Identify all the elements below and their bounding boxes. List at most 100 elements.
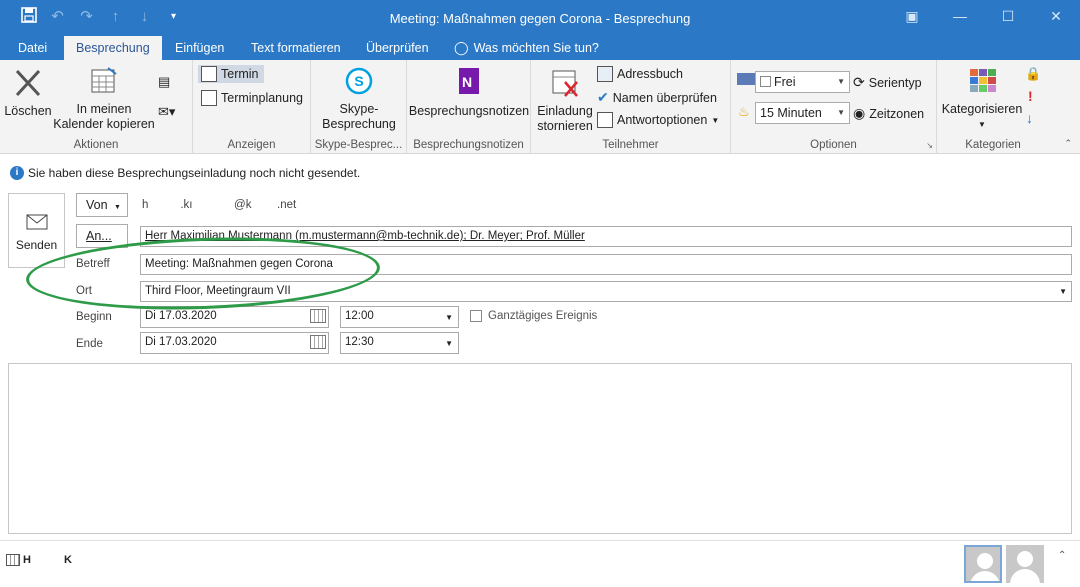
from-button[interactable]: Von ▼ — [76, 193, 128, 217]
show-as-icon — [737, 73, 755, 85]
ribbon-display-icon[interactable]: ▣ — [888, 0, 936, 32]
termin-button[interactable]: Termin — [198, 65, 264, 83]
send-envelope-icon — [26, 214, 47, 230]
group-label-teilnehmer: Teilnehmer — [602, 139, 659, 151]
categorize-icon — [970, 69, 996, 92]
cancel-invitation-button[interactable]: Einladung stornieren — [534, 68, 596, 134]
calendar-copy-icon — [91, 67, 117, 93]
calendar-icon[interactable] — [310, 335, 326, 349]
calendar-icon[interactable] — [310, 309, 326, 323]
all-day-label: Ganztägiges Ereignis — [488, 310, 598, 322]
chevron-down-icon: ▼ — [837, 108, 845, 117]
copy-label-1: In meinen — [76, 102, 132, 116]
send-label: Senden — [15, 238, 58, 252]
chevron-down-icon[interactable]: ▼ — [1059, 282, 1067, 301]
appointment-icon — [201, 66, 217, 82]
subject-label: Betreff — [76, 258, 110, 270]
copy-to-calendar-button[interactable]: In meinen Kalender kopieren — [52, 66, 156, 132]
globe-icon: ◉ — [853, 105, 866, 121]
time-zones-button[interactable]: ◉ Zeitzonen — [853, 105, 924, 122]
delete-button[interactable]: Löschen — [4, 68, 52, 119]
to-field[interactable]: Herr Maximilian Mustermann (m.mustermann… — [140, 226, 1072, 247]
end-date-value: Di 17.03.2020 — [145, 336, 217, 348]
chevron-down-icon[interactable]: ▼ — [445, 334, 453, 353]
info-bar: i Sie haben diese Besprechungseinladung … — [10, 166, 360, 180]
end-label: Ende — [76, 338, 103, 350]
adressbuch-button[interactable]: Adressbuch — [597, 66, 683, 82]
start-date-field[interactable]: Di 17.03.2020 — [140, 306, 329, 328]
show-as-dropdown[interactable]: Frei ▼ — [755, 71, 850, 93]
group-anzeigen: Termin Terminplanung Anzeigen — [193, 60, 311, 154]
maximize-icon[interactable]: ☐ — [984, 0, 1032, 32]
cancel-calendar-icon — [552, 70, 578, 97]
start-date-value: Di 17.03.2020 — [145, 310, 217, 322]
delete-x-icon — [15, 69, 41, 97]
high-importance-icon[interactable]: ! — [1028, 88, 1033, 104]
start-time-field[interactable]: 12:00 ▼ — [340, 306, 459, 328]
tab-text-formatieren[interactable]: Text formatieren — [239, 36, 353, 60]
private-lock-icon[interactable]: 🔒 — [1025, 66, 1041, 82]
cancel-label-2: stornieren — [537, 119, 593, 133]
skype-meeting-button[interactable]: S Skype- Besprechung — [311, 66, 407, 132]
response-options-button[interactable]: Antwortoptionen ▼ — [597, 112, 719, 128]
minimize-icon[interactable]: — — [936, 0, 984, 32]
lightbulb-icon: ◯ — [454, 40, 469, 55]
skype-label-1: Skype- — [339, 102, 379, 116]
subject-field[interactable]: Meeting: Maßnahmen gegen Corona — [140, 254, 1072, 275]
group-label-notizen: Besprechungsnotizen — [413, 139, 524, 151]
recurrence-icon: ⟳ — [853, 74, 865, 90]
tab-ueberpruefen[interactable]: Überprüfen — [354, 36, 441, 60]
reminder-value: 15 Minuten — [760, 106, 822, 120]
onenote-icon: N — [459, 68, 479, 94]
to-button[interactable]: An... — [76, 224, 128, 248]
tab-besprechung[interactable]: Besprechung — [64, 36, 162, 61]
meeting-notes-label: Besprechungsnotizen — [408, 104, 530, 118]
reminder-dropdown[interactable]: 15 Minuten ▼ — [755, 102, 850, 124]
check-names-icon: ✔ — [597, 89, 609, 105]
dialog-launcher-icon[interactable]: ↘ — [926, 141, 933, 150]
low-importance-icon[interactable]: ↓ — [1026, 110, 1033, 126]
collapse-people-pane-icon[interactable]: ⌃ — [1058, 550, 1066, 561]
tab-einfuegen[interactable]: Einfügen — [163, 36, 236, 60]
group-skype: S Skype- Besprechung Skype-Bespreс... — [311, 60, 407, 154]
group-teilnehmer: Einladung stornieren Adressbuch ✔ Namen … — [531, 60, 731, 154]
location-field[interactable]: Third Floor, Meetingraum VII ▼ — [140, 281, 1072, 302]
tell-me-box[interactable]: ◯ Was möchten Sie tun? — [442, 36, 611, 60]
all-day-checkbox-row[interactable]: Ganztägiges Ereignis — [470, 310, 597, 322]
categorize-button[interactable]: Kategorisieren ▼ — [939, 66, 1025, 132]
chevron-down-icon: ▼ — [978, 120, 986, 129]
response-options-icon — [597, 112, 613, 128]
to-label: An... — [86, 229, 112, 243]
check-names-button[interactable]: ✔ Namen überprüfen — [597, 89, 717, 106]
end-date-field[interactable]: Di 17.03.2020 — [140, 332, 329, 354]
start-time-value: 12:00 — [345, 310, 374, 322]
status-item-1[interactable]: H — [6, 554, 31, 566]
collapse-ribbon-icon[interactable]: ⌃ — [1064, 138, 1072, 149]
info-icon: i — [10, 166, 24, 180]
send-button[interactable]: Senden — [8, 193, 65, 268]
status-item-2[interactable]: K — [64, 554, 72, 566]
view-icon[interactable]: ▤ — [158, 74, 170, 90]
forward-icon[interactable]: ✉▾ — [158, 104, 175, 120]
meeting-notes-button[interactable]: N Besprechungsnotizen — [407, 66, 531, 119]
status-item-1-label: H — [23, 554, 31, 566]
all-day-checkbox[interactable] — [470, 310, 482, 322]
chevron-down-icon: ▼ — [114, 204, 121, 211]
terminplanung-button[interactable]: Terminplanung — [201, 90, 303, 106]
recurrence-button[interactable]: ⟳ Serientyp — [853, 74, 922, 91]
group-kategorien: Kategorisieren ▼ 🔒 ! ↓ Kategorien — [937, 60, 1049, 154]
tab-datei[interactable]: Datei — [6, 36, 59, 60]
group-besprechungsnotizen: N Besprechungsnotizen Besprechungsnotize… — [407, 60, 531, 154]
end-time-field[interactable]: 12:30 ▼ — [340, 332, 459, 354]
delete-label: Löschen — [4, 104, 52, 118]
avatar[interactable] — [1006, 545, 1044, 583]
close-icon[interactable]: ✕ — [1032, 0, 1080, 32]
address-book-icon — [597, 66, 613, 82]
group-label-anzeigen: Anzeigen — [227, 139, 276, 151]
categorize-label: Kategorisieren — [941, 102, 1023, 116]
message-body[interactable] — [8, 363, 1072, 534]
calendar-small-icon — [6, 554, 20, 566]
show-as-value: Frei — [774, 75, 796, 89]
chevron-down-icon[interactable]: ▼ — [445, 308, 453, 327]
avatar[interactable] — [964, 545, 1002, 583]
